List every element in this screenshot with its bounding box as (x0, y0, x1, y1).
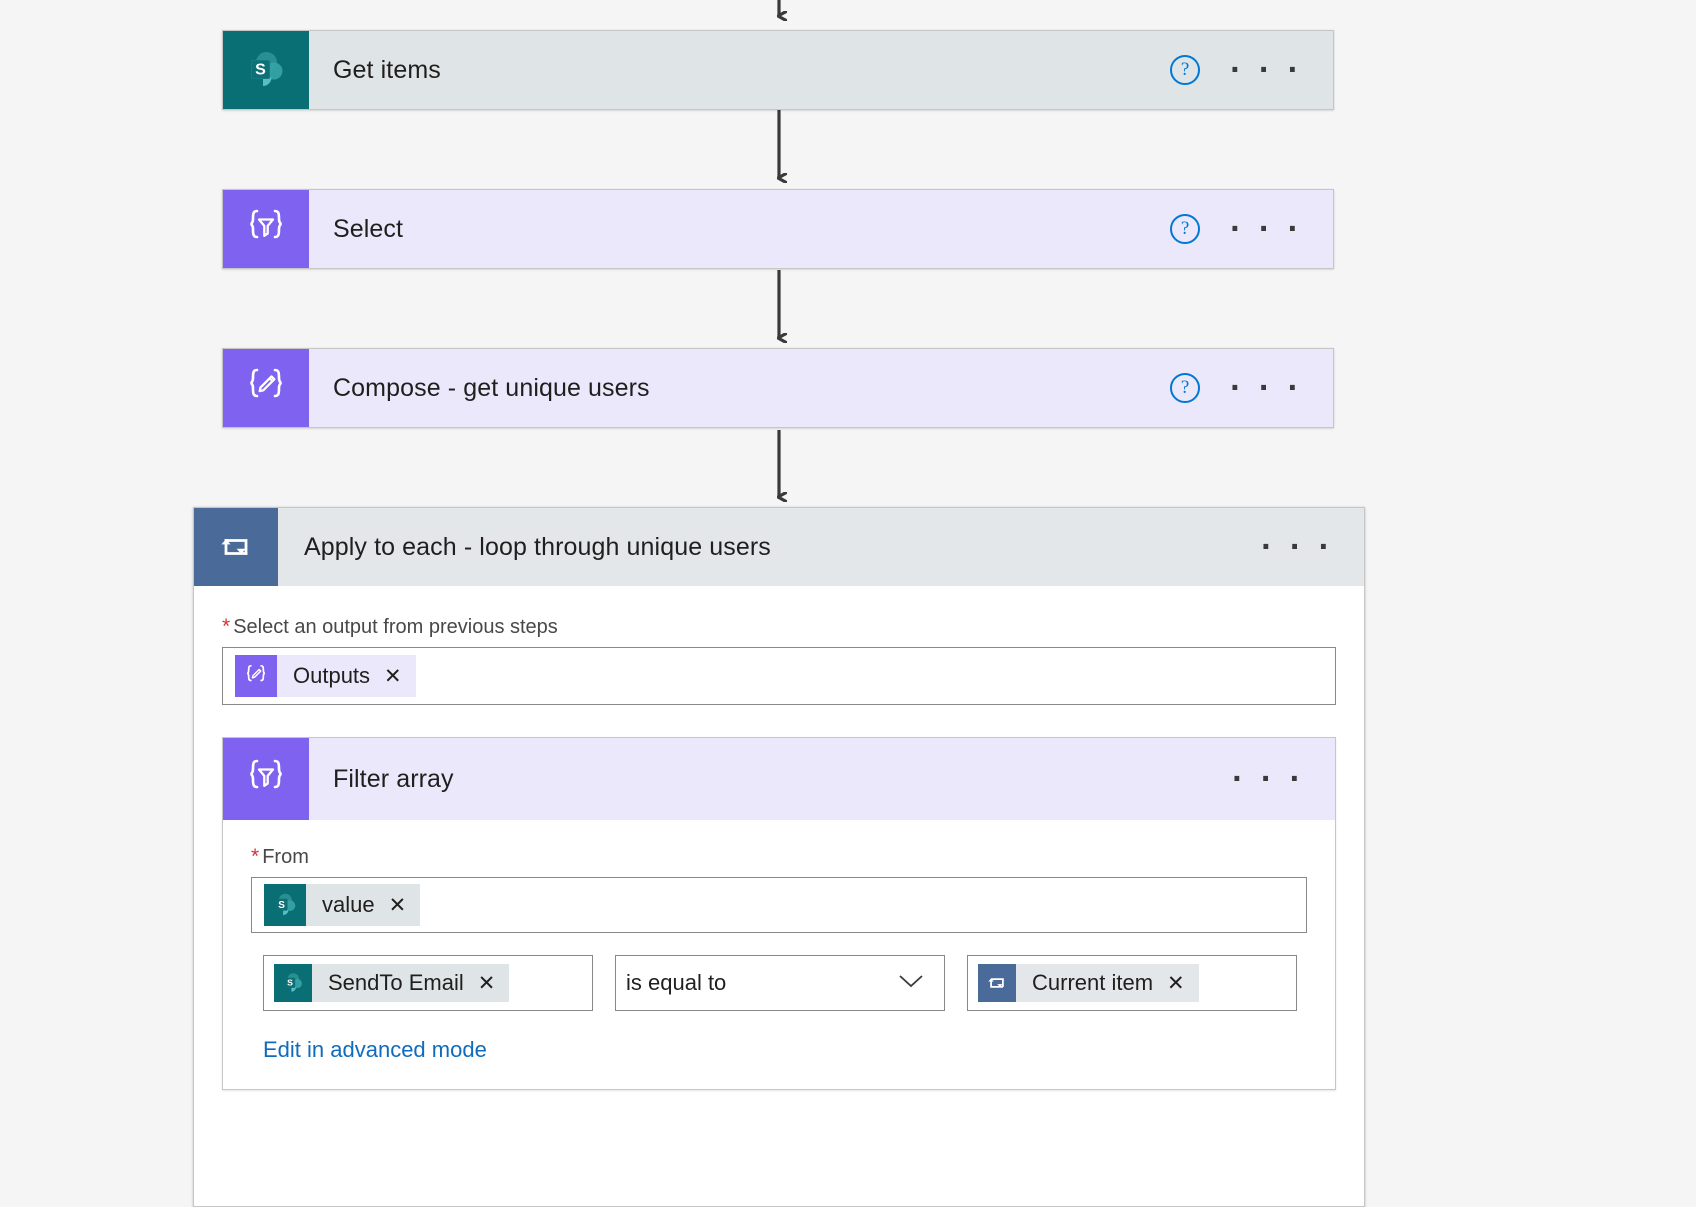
overflow-menu-button[interactable]: · · · (1230, 53, 1303, 87)
action-title: Compose - get unique users (333, 373, 650, 402)
sharepoint-icon: S (223, 31, 309, 109)
operator-value: is equal to (626, 970, 727, 995)
sharepoint-icon: S (264, 884, 306, 926)
filter-array-header[interactable]: Filter array · · · (223, 738, 1335, 820)
token-body: Outputs ✕ (277, 655, 416, 697)
filter-array-body: * From S value ✕ S SendTo Email ✕ is equ… (223, 846, 1335, 1089)
close-icon[interactable]: ✕ (478, 973, 496, 994)
filter-braces-funnel-icon (223, 738, 309, 820)
help-icon[interactable]: ? (1170, 214, 1201, 244)
action-card-get-items[interactable]: S Get items ? · · · (222, 30, 1334, 110)
action-card-filter-array[interactable]: Filter array · · · * From S value ✕ S Se… (222, 737, 1336, 1090)
flow-canvas: S Get items ? · · · Select ? · · · Compo… (0, 0, 1696, 1207)
required-asterisk: * (251, 845, 260, 868)
token-sendto-email[interactable]: S SendTo Email ✕ (274, 962, 510, 1004)
scope-body: * Select an output from previous steps O… (194, 616, 1364, 1090)
label-text: Select an output from previous steps (233, 616, 558, 638)
token-value[interactable]: S value ✕ (264, 884, 421, 926)
token-body: value ✕ (306, 884, 421, 926)
condition-row: S SendTo Email ✕ is equal to Current ite… (251, 955, 1307, 1011)
compose-braces-pencil-icon (223, 349, 309, 427)
sharepoint-icon: S (274, 964, 312, 1002)
scope-input-field[interactable]: Outputs ✕ (222, 647, 1336, 705)
token-outputs[interactable]: Outputs ✕ (235, 655, 416, 697)
token-label: Outputs (293, 663, 371, 688)
token-label: Current item (1032, 970, 1154, 995)
token-body: Current item ✕ (1016, 964, 1199, 1002)
token-label: value (322, 892, 375, 917)
action-card-compose[interactable]: Compose - get unique users ? · · · (222, 348, 1334, 428)
overflow-menu-button[interactable]: · · · (1230, 371, 1303, 405)
loop-repeat-icon (978, 964, 1016, 1002)
help-icon[interactable]: ? (1170, 55, 1201, 85)
svg-text:S: S (287, 977, 293, 987)
select-braces-funnel-icon (223, 190, 309, 268)
close-icon[interactable]: ✕ (1167, 973, 1185, 994)
overflow-menu-button[interactable]: · · · (1230, 212, 1303, 246)
svg-text:S: S (278, 900, 285, 911)
overflow-menu-button[interactable]: · · · (1232, 762, 1305, 796)
condition-left-field[interactable]: S SendTo Email ✕ (263, 955, 593, 1011)
from-field-label: * From (251, 846, 1307, 869)
scope-title: Apply to each - loop through unique user… (304, 532, 771, 561)
overflow-menu-button[interactable]: · · · (1261, 530, 1334, 564)
token-body: SendTo Email ✕ (312, 964, 510, 1002)
action-title: Filter array (333, 764, 454, 793)
scope-header[interactable]: Apply to each - loop through unique user… (194, 508, 1364, 586)
condition-operator-select[interactable]: is equal to (615, 955, 945, 1011)
action-card-select[interactable]: Select ? · · · (222, 189, 1334, 269)
chevron-down-icon[interactable] (898, 973, 924, 994)
token-label: SendTo Email (328, 970, 464, 995)
required-asterisk: * (222, 615, 231, 638)
token-current-item[interactable]: Current item ✕ (978, 962, 1199, 1004)
label-text: From (262, 846, 309, 868)
svg-text:S: S (255, 62, 266, 79)
edit-advanced-mode-link[interactable]: Edit in advanced mode (263, 1037, 487, 1063)
action-title: Get items (333, 55, 441, 84)
scope-apply-to-each[interactable]: Apply to each - loop through unique user… (193, 507, 1365, 1207)
condition-right-field[interactable]: Current item ✕ (967, 955, 1297, 1011)
scope-input-label: * Select an output from previous steps (222, 616, 1336, 639)
close-icon[interactable]: ✕ (384, 666, 402, 687)
help-icon[interactable]: ? (1170, 373, 1201, 403)
action-title: Select (333, 214, 404, 243)
from-input-field[interactable]: S value ✕ (251, 877, 1307, 933)
compose-braces-pencil-icon (235, 655, 277, 697)
close-icon[interactable]: ✕ (389, 895, 407, 916)
loop-repeat-icon (194, 508, 278, 586)
